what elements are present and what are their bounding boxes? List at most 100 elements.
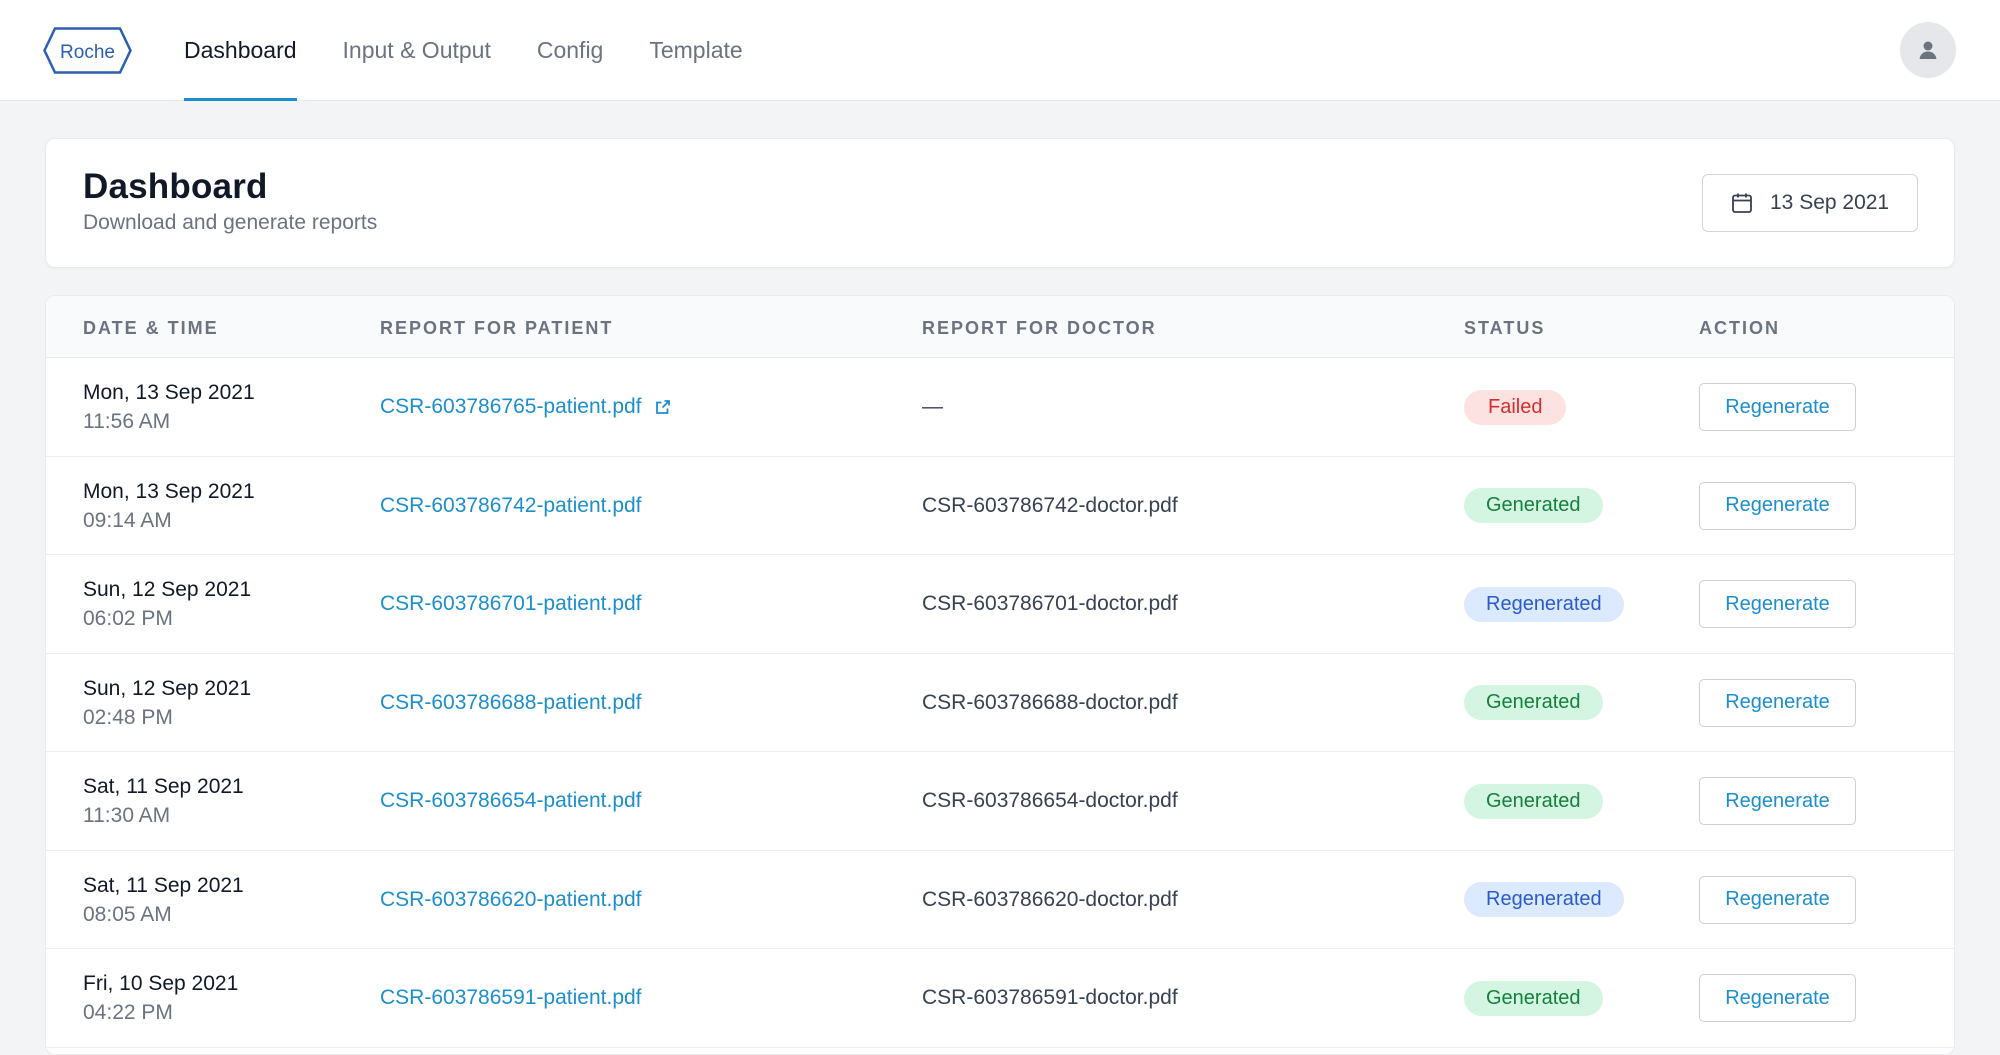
- user-icon: [1917, 39, 1939, 61]
- date-time-cell: Mon, 13 Sep 2021 11:56 AM: [83, 358, 255, 456]
- selected-date: 13 Sep 2021: [1770, 191, 1890, 214]
- row-date: Sun, 12 Sep 2021: [83, 676, 252, 700]
- doctor-report-filename: CSR-603786591-doctor.pdf: [922, 986, 1178, 1009]
- status-badge-generated: Generated: [1464, 980, 1603, 1016]
- doctor-report-cell: CSR-603786654-doctor.pdf: [922, 752, 1178, 850]
- svg-text:Roche: Roche: [60, 42, 115, 63]
- regenerate-button[interactable]: Regenerate: [1699, 974, 1856, 1022]
- patient-report-cell: CSR-603786701-patient.pdf: [380, 555, 642, 653]
- action-cell: Regenerate: [1699, 752, 1856, 850]
- status-badge-failed: Failed: [1464, 389, 1567, 425]
- regenerate-button[interactable]: Regenerate: [1699, 875, 1856, 924]
- row-time: 06:02 PM: [83, 607, 173, 630]
- column-header-date-time: DATE & TIME: [83, 318, 219, 338]
- doctor-report-filename: CSR-603786654-doctor.pdf: [922, 789, 1178, 812]
- status-cell: Generated: [1464, 654, 1603, 752]
- regenerate-button[interactable]: Regenerate: [1699, 481, 1856, 530]
- action-cell: Regenerate: [1699, 555, 1856, 653]
- row-date: Fri, 10 Sep 2021: [83, 972, 239, 995]
- status-badge-generated: Generated: [1464, 783, 1603, 819]
- patient-report-cell: CSR-603786620-patient.pdf: [380, 851, 642, 949]
- column-header-status: STATUS: [1464, 318, 1546, 338]
- status-cell: Generated: [1464, 752, 1603, 850]
- status-badge-regenerated: Regenerated: [1464, 586, 1624, 622]
- row-time: 02:48 PM: [83, 705, 173, 729]
- doctor-report-filename: CSR-603786620-doctor.pdf: [922, 887, 1178, 911]
- row-date: Mon, 13 Sep 2021: [83, 381, 255, 404]
- doctor-report-cell: CSR-603786742-doctor.pdf: [922, 457, 1178, 555]
- patient-report-cell: CSR-603786765-patient.pdf: [380, 358, 672, 456]
- doctor-report-cell: CSR-603786620-doctor.pdf: [922, 851, 1178, 949]
- row-date: Sun, 12 Sep 2021: [83, 578, 252, 601]
- patient-report-cell: CSR-603786742-patient.pdf: [380, 457, 642, 555]
- patient-report-cell: CSR-603786688-patient.pdf: [380, 654, 642, 752]
- date-picker-button[interactable]: 13 Sep 2021: [1702, 174, 1918, 232]
- roche-logo[interactable]: Roche: [43, 27, 132, 74]
- column-header-action: ACTION: [1699, 318, 1780, 338]
- patient-report-link[interactable]: CSR-603786765-patient.pdf: [380, 395, 672, 419]
- table-row: Sun, 12 Sep 2021 06:02 PM CSR-603786701-…: [46, 555, 1954, 654]
- action-cell: Regenerate: [1699, 851, 1856, 949]
- action-cell: Regenerate: [1699, 457, 1856, 555]
- table-row: Sun, 12 Sep 2021 02:48 PM CSR-603786688-…: [46, 654, 1954, 752]
- row-time: 11:30 AM: [83, 804, 171, 827]
- date-time-cell: Sat, 11 Sep 2021 11:30 AM: [83, 752, 244, 850]
- table-row: Mon, 13 Sep 2021 11:56 AM CSR-603786765-…: [46, 358, 1954, 457]
- row-time: 09:14 AM: [83, 508, 172, 532]
- dashboard-header-card: Dashboard Download and generate reports …: [45, 138, 1955, 268]
- column-header-patient-report: REPORT FOR PATIENT: [380, 318, 614, 338]
- date-time-cell: Fri, 10 Sep 2021 04:22 PM: [83, 949, 238, 1047]
- doctor-report-filename: —: [922, 395, 943, 418]
- top-navigation-bar: Roche Dashboard Input & Output Config Te…: [0, 0, 2000, 101]
- user-avatar-button[interactable]: [1900, 22, 1956, 78]
- doctor-report-cell: —: [922, 358, 943, 456]
- patient-report-link[interactable]: CSR-603786742-patient.pdf: [380, 494, 642, 518]
- patient-report-link[interactable]: CSR-603786688-patient.pdf: [380, 691, 642, 715]
- tab-template[interactable]: Template: [649, 0, 742, 101]
- patient-report-link[interactable]: CSR-603786701-patient.pdf: [380, 592, 642, 616]
- tab-config[interactable]: Config: [537, 0, 603, 101]
- doctor-report-cell: CSR-603786591-doctor.pdf: [922, 949, 1178, 1047]
- regenerate-button[interactable]: Regenerate: [1699, 678, 1856, 727]
- table-header: DATE & TIME REPORT FOR PATIENT REPORT FO…: [46, 296, 1954, 358]
- doctor-report-filename: CSR-603786701-doctor.pdf: [922, 592, 1178, 615]
- status-badge-regenerated: Regenerated: [1464, 882, 1624, 917]
- action-cell: Regenerate: [1699, 949, 1856, 1047]
- external-link-icon[interactable]: [654, 398, 672, 416]
- page-subtitle: Download and generate reports: [83, 211, 378, 234]
- regenerate-button[interactable]: Regenerate: [1699, 383, 1856, 431]
- page-title: Dashboard: [83, 167, 268, 206]
- row-time: 11:56 AM: [83, 410, 171, 433]
- column-header-doctor-report: REPORT FOR DOCTOR: [922, 318, 1157, 338]
- table-body: Mon, 13 Sep 2021 11:56 AM CSR-603786765-…: [46, 358, 1954, 1048]
- doctor-report-cell: CSR-603786688-doctor.pdf: [922, 654, 1178, 752]
- regenerate-button[interactable]: Regenerate: [1699, 777, 1856, 825]
- patient-report-link[interactable]: CSR-603786591-patient.pdf: [380, 986, 642, 1010]
- reports-table: DATE & TIME REPORT FOR PATIENT REPORT FO…: [45, 295, 1955, 1055]
- table-row: Sat, 11 Sep 2021 11:30 AM CSR-603786654-…: [46, 752, 1954, 851]
- table-row: Fri, 10 Sep 2021 04:22 PM CSR-603786591-…: [46, 949, 1954, 1048]
- doctor-report-cell: CSR-603786701-doctor.pdf: [922, 555, 1178, 653]
- date-time-cell: Sat, 11 Sep 2021 08:05 AM: [83, 851, 244, 949]
- calendar-icon: [1730, 191, 1754, 215]
- patient-report-cell: CSR-603786654-patient.pdf: [380, 752, 642, 850]
- status-cell: Regenerated: [1464, 555, 1624, 653]
- patient-report-cell: CSR-603786591-patient.pdf: [380, 949, 642, 1047]
- row-date: Mon, 13 Sep 2021: [83, 479, 255, 503]
- tab-input-output[interactable]: Input & Output: [343, 0, 491, 101]
- patient-report-link[interactable]: CSR-603786654-patient.pdf: [380, 789, 642, 813]
- row-date: Sat, 11 Sep 2021: [83, 873, 244, 897]
- status-cell: Generated: [1464, 949, 1603, 1047]
- status-cell: Generated: [1464, 457, 1603, 555]
- date-time-cell: Mon, 13 Sep 2021 09:14 AM: [83, 457, 255, 555]
- row-time: 04:22 PM: [83, 1001, 173, 1024]
- regenerate-button[interactable]: Regenerate: [1699, 580, 1856, 628]
- status-badge-generated: Generated: [1464, 488, 1603, 523]
- status-badge-generated: Generated: [1464, 685, 1603, 720]
- patient-report-filename: CSR-603786765-patient.pdf: [380, 395, 642, 418]
- action-cell: Regenerate: [1699, 654, 1856, 752]
- patient-report-link[interactable]: CSR-603786620-patient.pdf: [380, 888, 642, 912]
- status-cell: Regenerated: [1464, 851, 1624, 949]
- main-nav: Dashboard Input & Output Config Template: [184, 0, 789, 101]
- tab-dashboard[interactable]: Dashboard: [184, 0, 297, 101]
